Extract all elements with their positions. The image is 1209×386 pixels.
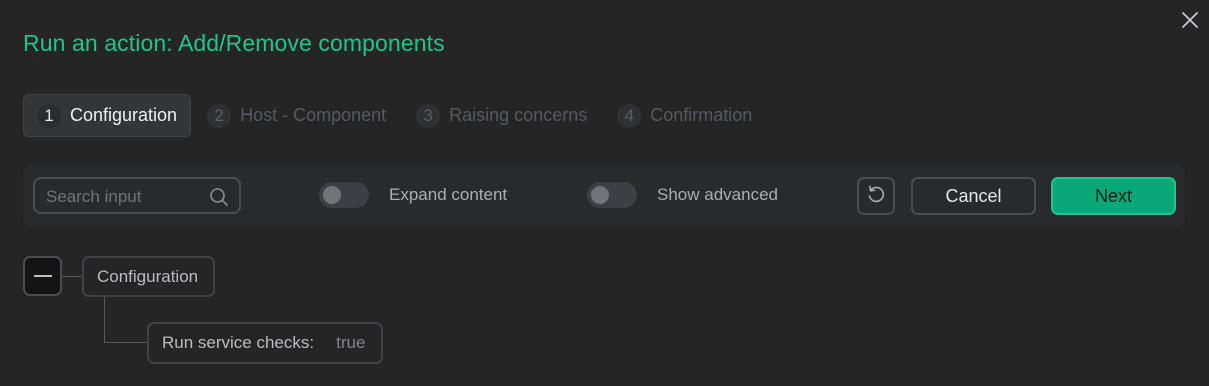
step-configuration[interactable]: 1 Configuration <box>23 94 192 137</box>
step-label: Host - Component <box>240 105 387 125</box>
step-label: Confirmation <box>650 105 753 125</box>
field-value: true <box>336 333 366 352</box>
step-host-component[interactable]: 2 Host - Component <box>193 94 400 137</box>
show-advanced-label: Show advanced <box>657 185 778 204</box>
cancel-button[interactable]: Cancel <box>911 177 1036 215</box>
tree-connector <box>104 297 105 343</box>
field-label: Run service checks: <box>162 333 315 352</box>
collapse-all-button[interactable] <box>23 256 62 296</box>
dialog-title: Run an action: Add/Remove components <box>23 30 445 56</box>
expand-content-toggle[interactable]: Expand content <box>319 182 507 208</box>
step-number: 1 <box>37 103 61 128</box>
step-label: Raising concerns <box>449 105 588 125</box>
toggle-knob <box>323 186 341 204</box>
toggle-knob <box>591 186 609 204</box>
tree-node-label: Configuration <box>97 266 199 286</box>
step-confirmation[interactable]: 4 Confirmation <box>603 94 766 137</box>
reset-icon <box>865 183 887 210</box>
close-icon[interactable] <box>1180 10 1200 30</box>
reset-button[interactable] <box>857 177 895 215</box>
search-box <box>33 177 241 214</box>
tree-node-configuration[interactable]: Configuration <box>82 256 215 297</box>
expand-content-label: Expand content <box>389 185 508 204</box>
show-advanced-toggle[interactable]: Show advanced <box>587 182 778 208</box>
step-raising-concerns[interactable]: 3 Raising concerns <box>402 94 601 137</box>
tree-connector <box>104 342 148 343</box>
search-input[interactable] <box>44 185 208 209</box>
toggle-switch[interactable] <box>587 182 637 208</box>
step-number: 3 <box>416 103 441 128</box>
tree-node-run-service-checks[interactable]: Run service checks: true <box>147 322 383 364</box>
search-icon[interactable] <box>209 187 229 207</box>
step-number: 2 <box>207 103 232 128</box>
toolbar: Expand content Show advanced Cancel Next <box>23 166 1185 226</box>
next-button[interactable]: Next <box>1051 177 1176 215</box>
step-number: 4 <box>617 103 642 128</box>
minus-icon <box>34 275 52 277</box>
stepper: 1 Configuration 2 Host - Component 3 Rai… <box>23 94 768 137</box>
tree-connector <box>62 276 83 277</box>
toggle-switch[interactable] <box>319 182 369 208</box>
step-label: Configuration <box>70 105 178 125</box>
